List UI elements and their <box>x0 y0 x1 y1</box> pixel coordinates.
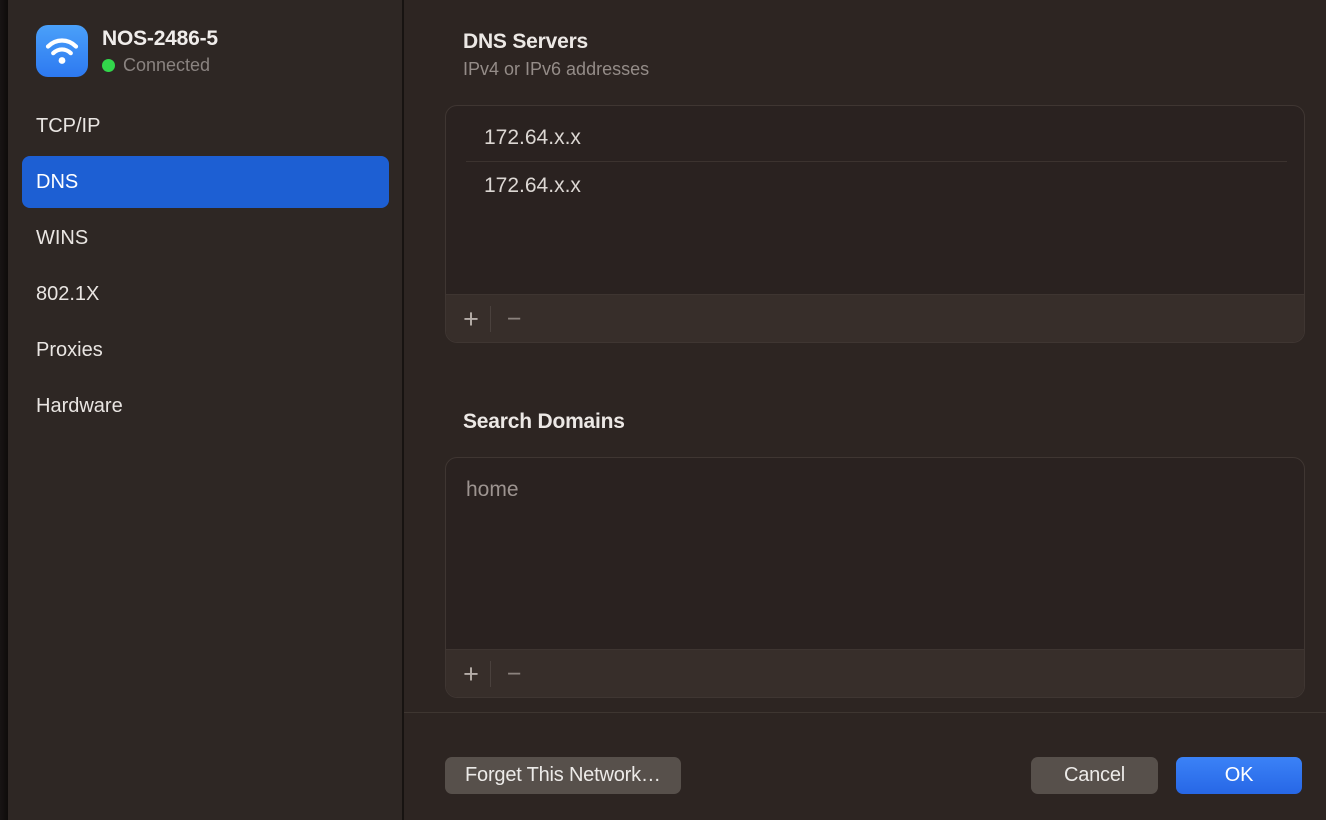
network-status: Connected <box>102 55 218 76</box>
add-search-domain-button[interactable]: + <box>452 650 490 698</box>
sidebar-item-label: Proxies <box>36 339 103 362</box>
sidebar-item-label: DNS <box>36 171 78 194</box>
sidebar-item-label: TCP/IP <box>36 115 100 138</box>
sidebar-item-8021x[interactable]: 802.1X <box>22 268 389 320</box>
search-domain-row[interactable]: home <box>446 466 1304 513</box>
sidebar-item-label: 802.1X <box>36 283 99 306</box>
network-info: NOS-2486-5 Connected <box>102 27 218 76</box>
dns-servers-title: DNS Servers <box>463 29 649 54</box>
connected-status-label: Connected <box>123 55 210 76</box>
sidebar-item-wins[interactable]: WINS <box>22 212 389 264</box>
dns-servers-listbox: 172.64.x.x 172.64.x.x + − <box>445 105 1305 343</box>
dns-servers-list: 172.64.x.x 172.64.x.x <box>446 106 1304 294</box>
network-name: NOS-2486-5 <box>102 27 218 51</box>
dns-servers-header: DNS Servers IPv4 or IPv6 addresses <box>463 29 649 80</box>
remove-dns-server-button[interactable]: − <box>491 295 537 343</box>
sidebar-item-label: Hardware <box>36 395 123 418</box>
network-header: NOS-2486-5 Connected <box>36 25 218 77</box>
ok-button[interactable]: OK <box>1176 757 1302 794</box>
cancel-button[interactable]: Cancel <box>1031 757 1158 794</box>
dns-servers-toolbar: + − <box>446 294 1304 342</box>
search-domains-header: Search Domains <box>463 409 625 434</box>
sidebar-item-label: WINS <box>36 227 88 250</box>
settings-nav: TCP/IP DNS WINS 802.1X Proxies Hardware <box>22 100 389 436</box>
network-details-sidebar: NOS-2486-5 Connected TCP/IP DNS WINS 802… <box>8 0 402 820</box>
wifi-icon <box>36 25 88 77</box>
search-domains-toolbar: + − <box>446 649 1304 697</box>
dns-settings-pane: DNS Servers IPv4 or IPv6 addresses 172.6… <box>404 0 1326 820</box>
dialog-actions: Forget This Network… Cancel OK <box>445 757 1302 794</box>
dns-servers-subtitle: IPv4 or IPv6 addresses <box>463 58 649 80</box>
dns-server-row[interactable]: 172.64.x.x <box>446 114 1304 161</box>
remove-search-domain-button[interactable]: − <box>491 650 537 698</box>
search-domains-listbox: home + − <box>445 457 1305 698</box>
search-domains-list: home <box>446 458 1304 649</box>
forget-network-button[interactable]: Forget This Network… <box>445 757 681 794</box>
search-domains-title: Search Domains <box>463 409 625 434</box>
window-edge-strip <box>0 0 8 820</box>
connected-status-dot <box>102 59 115 72</box>
sidebar-item-hardware[interactable]: Hardware <box>22 380 389 432</box>
sidebar-item-dns[interactable]: DNS <box>22 156 389 208</box>
sidebar-item-proxies[interactable]: Proxies <box>22 324 389 376</box>
dns-server-row[interactable]: 172.64.x.x <box>446 162 1304 209</box>
footer-divider <box>404 712 1326 713</box>
add-dns-server-button[interactable]: + <box>452 295 490 343</box>
sidebar-item-tcpip[interactable]: TCP/IP <box>22 100 389 152</box>
